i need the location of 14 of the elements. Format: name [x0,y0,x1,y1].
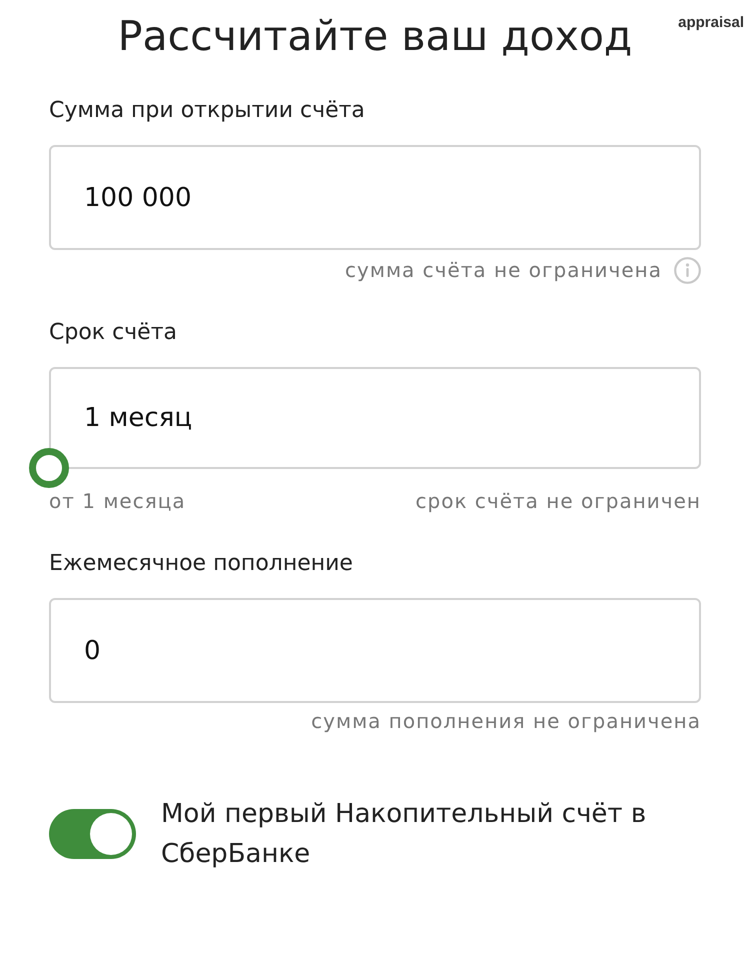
toggle-switch[interactable] [49,809,136,859]
input-field[interactable]: 100 000 [49,145,701,250]
hint-text: сумма счёта не ограничена [345,257,662,284]
field-label: Ежемесячное пополнение [49,550,354,578]
hint-text: сумма пополнения не ограничена [311,708,701,735]
slider-thumb[interactable] [29,448,69,488]
input-field[interactable]: 0 [49,598,701,703]
overlay-label: appraisal [678,14,744,32]
range-min-label: от 1 месяца [49,488,186,515]
field-label: Срок счёта [49,319,178,347]
toggle-label: Мой первый Накопительный счёт в СберБанке [161,798,648,871]
range-max-label: срок счёта не ограничен [416,488,701,515]
input-field[interactable]: 1 месяц [49,367,701,469]
field-label: Сумма при открытии счёта [49,97,366,125]
